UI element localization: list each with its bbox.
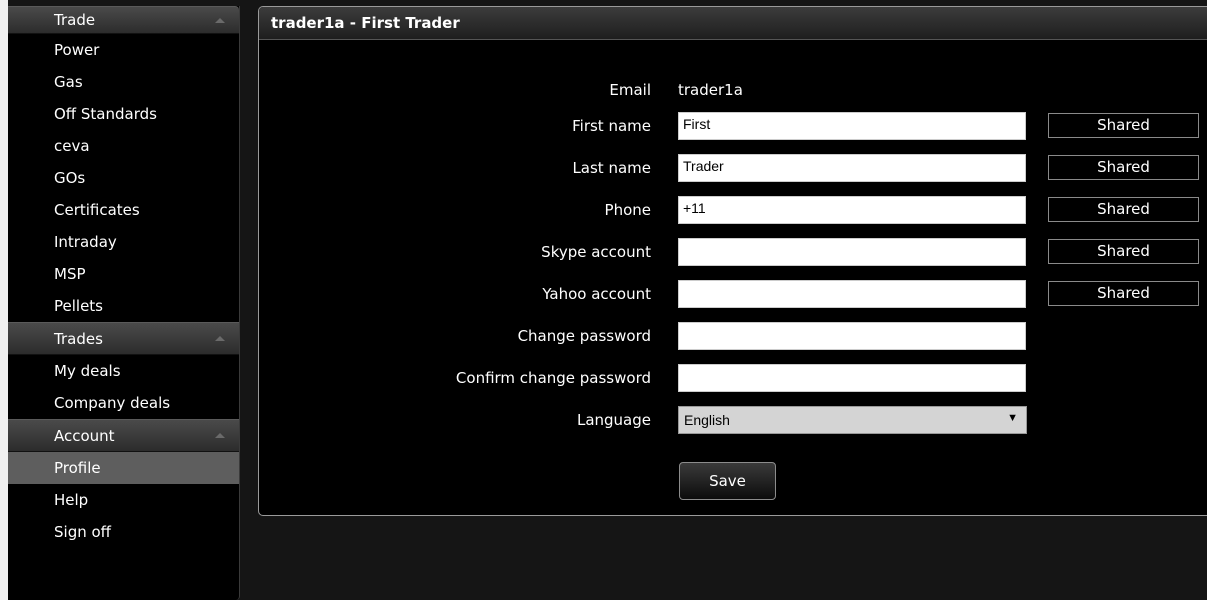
sidebar-item-msp[interactable]: MSP [8,258,239,290]
confirm-password-row: Confirm change password [259,363,1207,393]
sidebar: Trade Power Gas Off Standards ceva GOs C… [8,6,240,600]
panel-title: trader1a - First Trader [259,7,1207,40]
language-select[interactable]: English ▼ [678,406,1027,434]
phone-shared-button[interactable]: Shared [1048,197,1199,222]
skype-row: Skype account Shared [259,237,1207,267]
confirm-password-label: Confirm change password [455,369,651,387]
skype-field[interactable] [678,238,1026,266]
email-value: trader1a [678,81,743,99]
sidebar-item-power[interactable]: Power [8,34,239,66]
sidebar-item-ceva[interactable]: ceva [8,130,239,162]
sidebar-section-trade[interactable]: Trade [8,6,239,34]
email-label: Email [609,81,651,99]
skype-label: Skype account [541,243,651,261]
sidebar-item-my-deals[interactable]: My deals [8,355,239,387]
sidebar-item-gos[interactable]: GOs [8,162,239,194]
first-name-field[interactable]: First [678,112,1026,140]
yahoo-field[interactable] [678,280,1026,308]
sidebar-item-certificates[interactable]: Certificates [8,194,239,226]
last-name-label: Last name [572,159,651,177]
collapse-caret-icon[interactable] [215,336,225,341]
change-password-field[interactable] [678,322,1026,350]
sidebar-item-company-deals[interactable]: Company deals [8,387,239,419]
collapse-caret-icon[interactable] [215,433,225,438]
language-label: Language [576,411,651,429]
skype-shared-button[interactable]: Shared [1048,239,1199,264]
confirm-password-field[interactable] [678,364,1026,392]
language-selected-value: English [684,412,730,428]
sidebar-item-sign-off[interactable]: Sign off [8,516,239,548]
phone-field[interactable]: +11 [678,196,1026,224]
last-name-field[interactable]: Trader [678,154,1026,182]
phone-label: Phone [604,201,651,219]
yahoo-label: Yahoo account [542,285,651,303]
sidebar-section-title: Trades [54,329,103,348]
yahoo-shared-button[interactable]: Shared [1048,281,1199,306]
language-row: Language English ▼ [259,405,1207,435]
sidebar-section-title: Account [54,426,115,445]
sidebar-item-pellets[interactable]: Pellets [8,290,239,322]
phone-row: Phone +11 Shared [259,195,1207,225]
sidebar-item-intraday[interactable]: Intraday [8,226,239,258]
change-password-row: Change password [259,321,1207,351]
dropdown-arrow-icon: ▼ [1007,412,1018,424]
last-name-shared-button[interactable]: Shared [1048,155,1199,180]
last-name-row: Last name Trader Shared [259,153,1207,183]
sidebar-item-help[interactable]: Help [8,484,239,516]
sidebar-section-trades[interactable]: Trades [8,322,239,355]
sidebar-item-gas[interactable]: Gas [8,66,239,98]
window-edge [0,0,8,600]
save-button[interactable]: Save [679,462,776,500]
first-name-label: First name [572,117,651,135]
sidebar-section-account[interactable]: Account [8,419,239,452]
sidebar-item-profile[interactable]: Profile [8,452,239,484]
first-name-row: First name First Shared [259,111,1207,141]
profile-panel: trader1a - First Trader Email trader1a F… [258,6,1207,516]
yahoo-row: Yahoo account Shared [259,279,1207,309]
sidebar-item-off-standards[interactable]: Off Standards [8,98,239,130]
change-password-label: Change password [517,327,651,345]
email-row: Email trader1a [259,75,1207,105]
first-name-shared-button[interactable]: Shared [1048,113,1199,138]
sidebar-section-title: Trade [54,11,96,29]
collapse-caret-icon[interactable] [215,17,225,23]
